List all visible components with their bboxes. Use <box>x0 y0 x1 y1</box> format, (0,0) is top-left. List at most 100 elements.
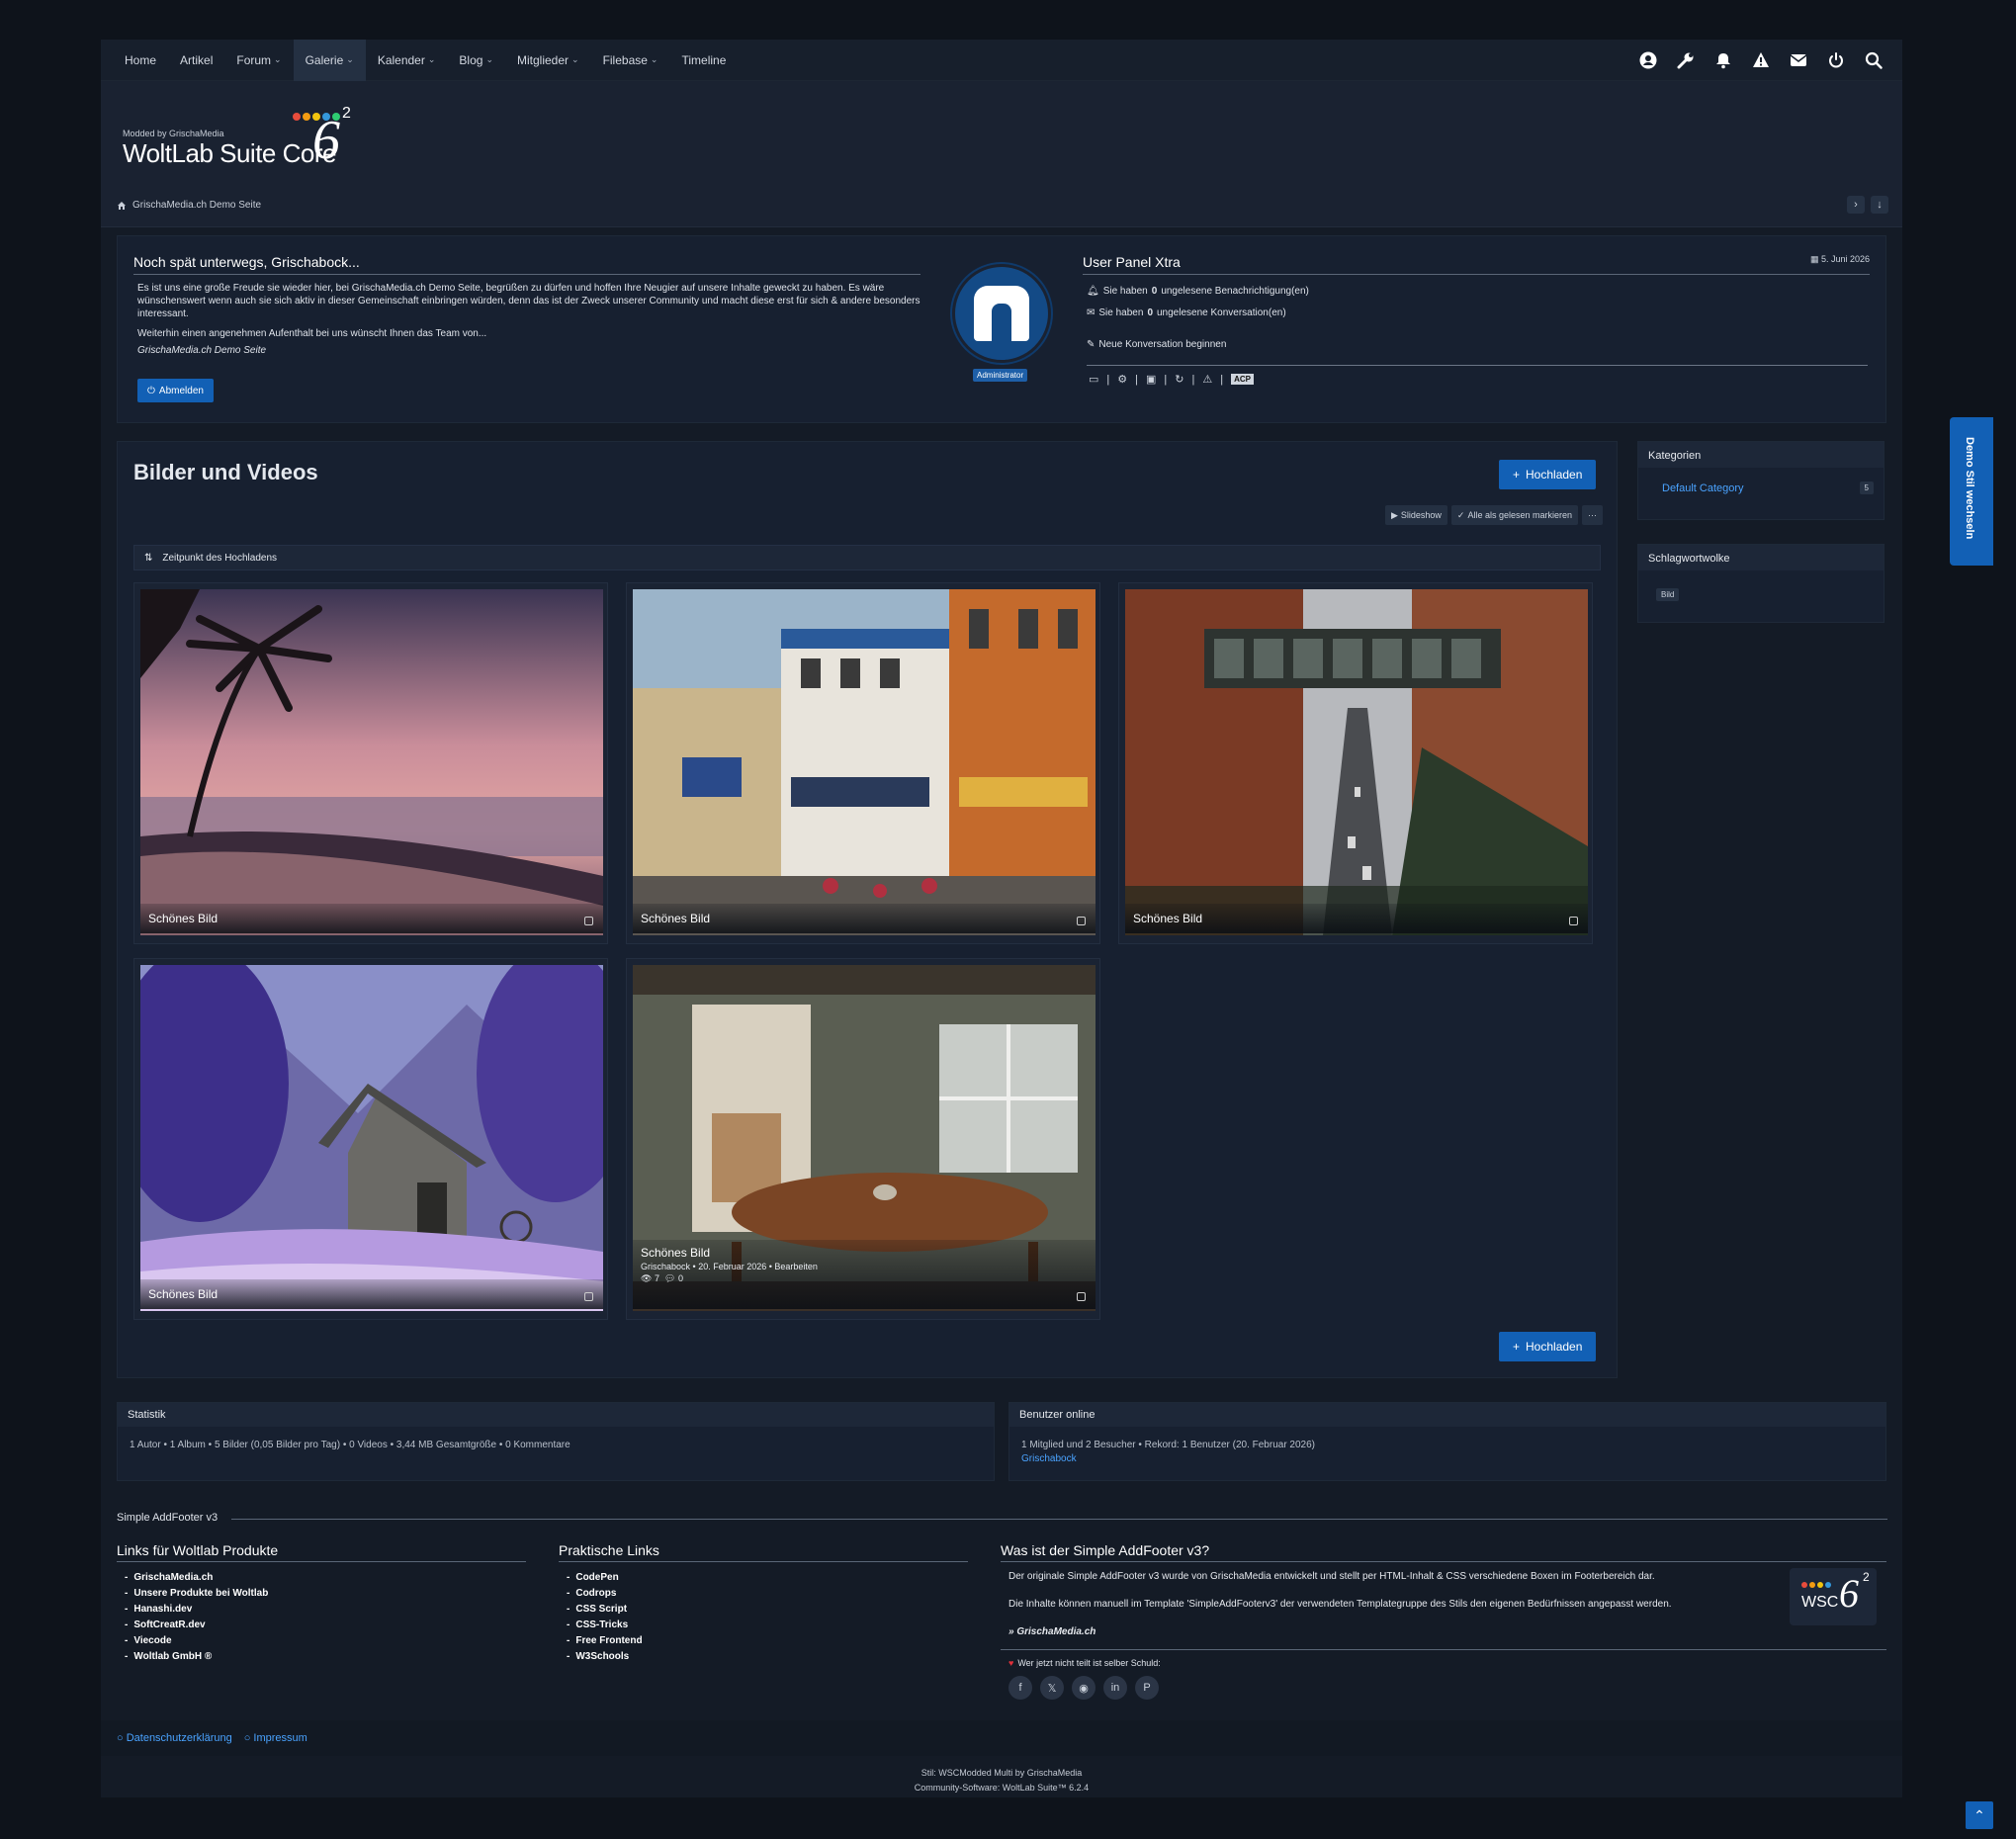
footer-link[interactable]: CodePen <box>559 1570 968 1586</box>
chevron-right-icon[interactable]: › <box>1847 196 1865 214</box>
footer-link[interactable]: W3Schools <box>559 1649 968 1665</box>
warning-icon[interactable]: ⚠ <box>1202 373 1212 386</box>
image-caption: Schönes Bild <box>1125 904 1588 933</box>
warning-icon[interactable] <box>1752 51 1770 69</box>
nav-galerie[interactable]: Galerie ⌄ <box>293 39 366 81</box>
image-title[interactable]: Schönes Bild <box>641 1246 1088 1260</box>
footer-link[interactable]: CSS Script <box>559 1602 968 1618</box>
select-checkbox[interactable] <box>584 917 593 925</box>
image-title[interactable]: Schönes Bild <box>148 1287 218 1301</box>
select-checkbox[interactable] <box>584 1292 593 1301</box>
footer-link[interactable]: CSS-Tricks <box>559 1618 968 1633</box>
footer-link[interactable]: Viecode <box>117 1633 526 1649</box>
tag-link[interactable]: Bild <box>1656 588 1680 601</box>
nav-home[interactable]: Home <box>113 40 168 81</box>
plus-icon: + <box>1513 1340 1521 1354</box>
image-title[interactable]: Schönes Bild <box>641 912 710 925</box>
wrench-icon[interactable] <box>1677 51 1695 69</box>
select-checkbox[interactable] <box>1077 917 1086 925</box>
image-title[interactable]: Schönes Bild <box>148 912 218 925</box>
reddit-icon[interactable]: ◉ <box>1072 1676 1096 1700</box>
select-checkbox[interactable] <box>1077 1292 1086 1301</box>
image-caption: Schönes Bild <box>633 904 1096 933</box>
conv-count: 0 <box>1147 307 1153 318</box>
search-icon[interactable] <box>1865 51 1883 69</box>
footer-link[interactable]: Free Frontend <box>559 1633 968 1649</box>
site-logo[interactable]: Modded by GrischaMedia WoltLab Suite Cor… <box>123 105 380 171</box>
upload-label: Hochladen <box>1526 468 1583 482</box>
footer-link[interactable]: Hanashi.dev <box>117 1602 526 1618</box>
plus-icon: + <box>1513 468 1521 482</box>
x-icon[interactable]: 𝕏 <box>1040 1676 1064 1700</box>
footer-column-title: Was ist der Simple AddFooter v3? <box>1001 1542 1886 1562</box>
acp-button[interactable]: ACP <box>1231 374 1254 385</box>
logo-text: WoltLab Suite Core <box>123 138 336 168</box>
image-title[interactable]: Schönes Bild <box>1133 912 1202 925</box>
nav-kalender[interactable]: Kalender ⌄ <box>366 40 448 81</box>
linkedin-icon[interactable]: in <box>1103 1676 1127 1700</box>
users-cog-icon[interactable]: ⚙ <box>1117 373 1127 386</box>
id-card-icon[interactable]: ▭ <box>1089 373 1098 386</box>
image-author[interactable]: Grischabock <box>641 1262 690 1271</box>
style-switch-tab[interactable]: Demo Stil wechseln <box>1950 417 1993 566</box>
gallery-item[interactable]: Schönes Bild <box>1118 582 1593 944</box>
nav-forum[interactable]: Forum ⌄ <box>224 40 293 81</box>
slideshow-button[interactable]: ▶ Slideshow <box>1384 505 1447 525</box>
image-thumbnail[interactable] <box>1125 589 1588 935</box>
new-conversation-link[interactable]: ✎ Neue Konversation beginnen <box>1087 339 1226 350</box>
user-menu-icons <box>1639 51 1890 69</box>
bell-icon[interactable] <box>1714 51 1732 69</box>
conversations-line[interactable]: ✉︎ Sie haben 0 ungelesene Konversation(e… <box>1087 307 1286 318</box>
footer-link[interactable]: Woltlab GmbH ® <box>117 1649 526 1665</box>
sort-bar[interactable]: ⇅ Zeitpunkt des Hochladens <box>133 545 1601 570</box>
gallery-item[interactable]: Schönes Bild <box>133 958 608 1320</box>
image-caption: Schönes Bild <box>140 904 603 933</box>
gallery-item[interactable]: Schönes Bild <box>133 582 608 944</box>
refresh-icon[interactable]: ↻ <box>1175 373 1183 386</box>
image-thumbnail[interactable] <box>633 589 1096 935</box>
gallery-item[interactable]: Schönes Bild <box>626 582 1100 944</box>
chevron-down-icon: ⌄ <box>571 54 579 64</box>
arrow-down-icon[interactable]: ↓ <box>1871 196 1888 214</box>
breadcrumb-link[interactable]: GrischaMedia.ch Demo Seite <box>132 200 261 211</box>
nav-label: Filebase <box>602 52 648 67</box>
nav-blog[interactable]: Blog ⌄ <box>447 40 505 81</box>
footer-link[interactable]: SoftCreatR.dev <box>117 1618 526 1633</box>
imprint-link[interactable]: ○ Impressum <box>244 1732 307 1744</box>
footer-link[interactable]: GrischaMedia.ch <box>117 1570 526 1586</box>
nav-mitglieder[interactable]: Mitglieder ⌄ <box>505 40 591 81</box>
upload-button[interactable]: + Hochladen <box>1499 460 1597 489</box>
image-thumbnail[interactable] <box>140 965 603 1311</box>
image-icon[interactable]: ▣ <box>1146 373 1156 386</box>
conv-pre: Sie haben <box>1098 307 1144 318</box>
about-text-1: Der originale Simple AddFooter v3 wurde … <box>1008 1571 1655 1582</box>
select-checkbox[interactable] <box>1569 917 1578 925</box>
online-user-link[interactable]: Grischabock <box>1021 1452 1874 1466</box>
privacy-link[interactable]: ○ Datenschutzerklärung <box>117 1732 232 1744</box>
facebook-icon[interactable]: f <box>1008 1676 1032 1700</box>
about-link[interactable]: » GrischaMedia.ch <box>1008 1625 1764 1639</box>
logo-dots <box>1801 1582 1831 1588</box>
envelope-icon[interactable] <box>1790 51 1807 69</box>
welcome-signature: GrischaMedia.ch Demo Seite <box>137 345 267 356</box>
scroll-to-top-button[interactable]: ⌃ <box>1966 1801 1993 1829</box>
gallery-item[interactable]: Schönes Bild Grischabock • 20. Februar 2… <box>626 958 1100 1320</box>
check-icon: ✓ <box>1456 509 1465 520</box>
nav-timeline[interactable]: Timeline <box>669 40 738 81</box>
avatar[interactable] <box>952 264 1051 363</box>
nav-artikel[interactable]: Artikel <box>168 40 224 81</box>
footer-link[interactable]: Unsere Produkte bei Woltlab <box>117 1586 526 1602</box>
upload-button-bottom[interactable]: + Hochladen <box>1499 1332 1597 1361</box>
logout-button[interactable]: ⏻ Abmelden <box>137 379 214 402</box>
edit-link[interactable]: Bearbeiten <box>774 1262 818 1271</box>
power-icon[interactable] <box>1827 51 1845 69</box>
more-options-button[interactable]: ··· <box>1582 505 1603 525</box>
user-icon[interactable] <box>1639 51 1657 69</box>
footer-link[interactable]: Codrops <box>559 1586 968 1602</box>
pinterest-icon[interactable]: P <box>1135 1676 1159 1700</box>
image-thumbnail[interactable] <box>140 589 603 935</box>
category-link[interactable]: Default Category <box>1662 482 1744 494</box>
mark-read-button[interactable]: ✓ Alle als gelesen markieren <box>1450 505 1578 525</box>
nav-filebase[interactable]: Filebase ⌄ <box>591 40 670 81</box>
notifications-line[interactable]: 🔔︎ Sie haben 0 ungelesene Benachrichtigu… <box>1087 286 1309 297</box>
